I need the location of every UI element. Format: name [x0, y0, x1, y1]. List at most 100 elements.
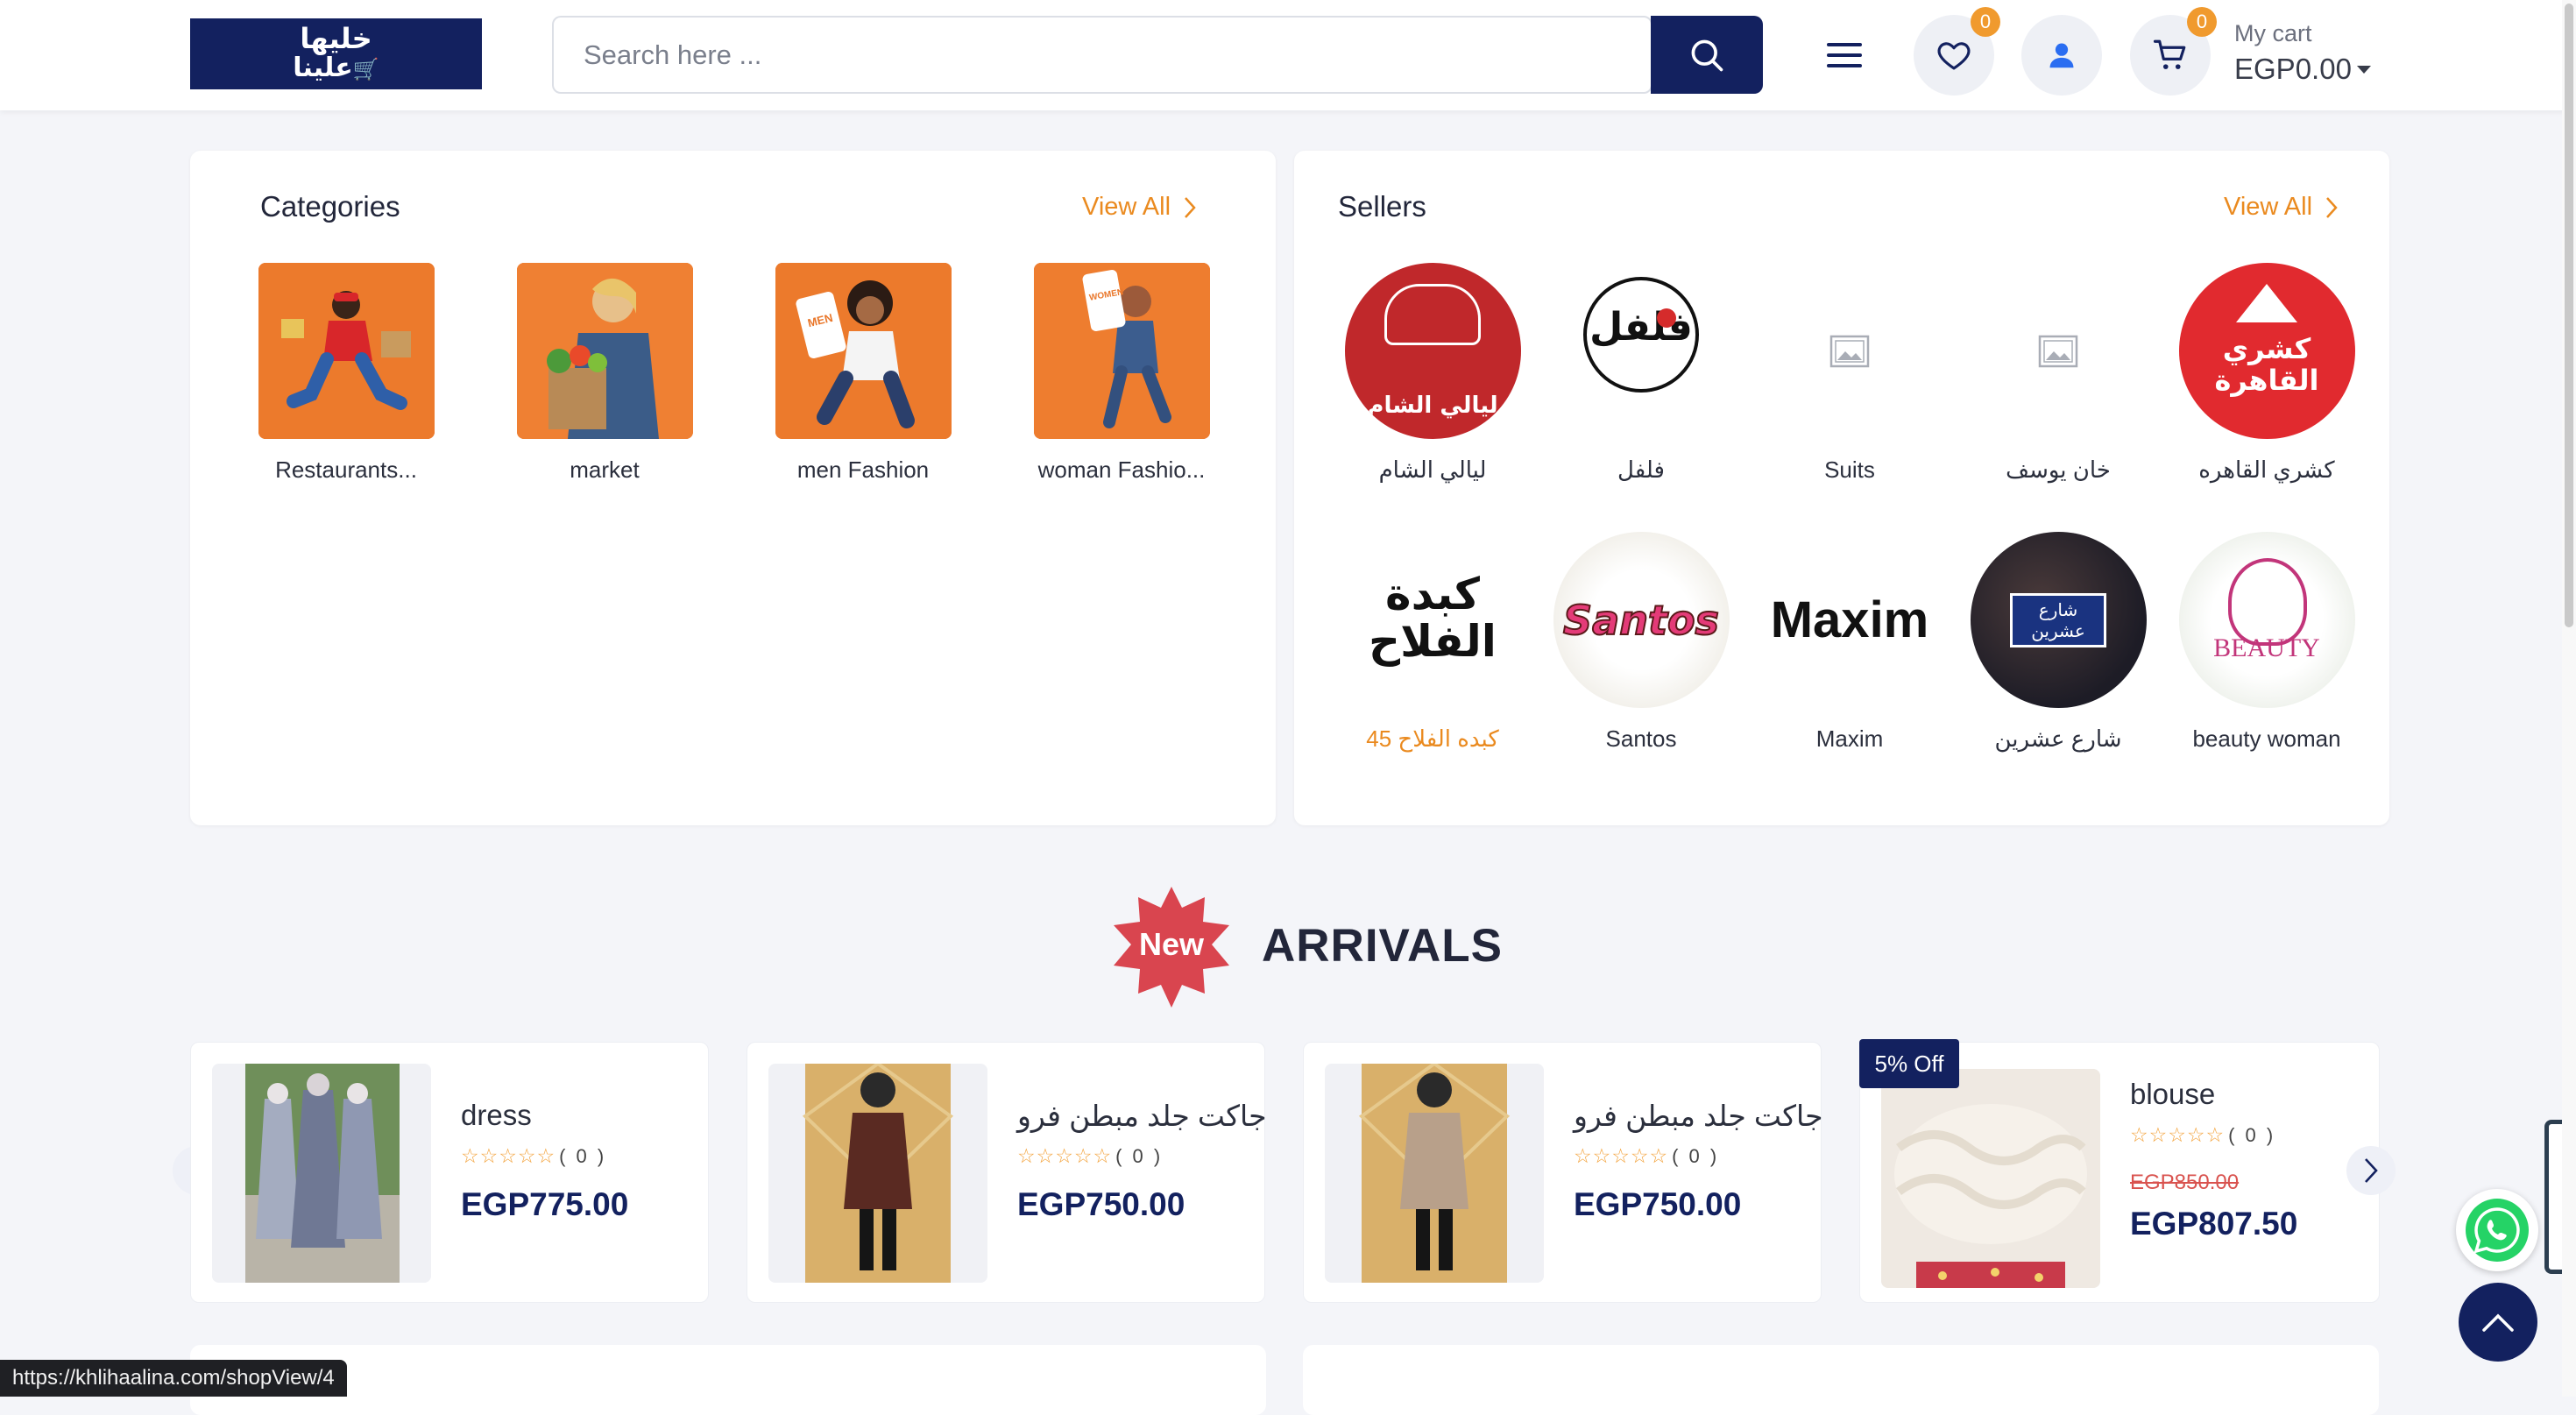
sellers-panel: Sellers View All ليالي الشام ليالي الشام…	[1294, 151, 2389, 825]
category-name: Restaurants...	[275, 456, 417, 483]
user-icon	[2049, 43, 2074, 68]
seller-logo-text: شارع عشرين	[2031, 598, 2085, 641]
carousel-next-button[interactable]	[2346, 1146, 2396, 1195]
product-card[interactable]: جاكت جلد مبطن فرو ☆☆☆☆☆( 0 ) EGP750.00	[747, 1042, 1266, 1303]
logo-text-bottom: علينا	[293, 53, 353, 83]
star-icon: ☆☆☆☆☆	[461, 1144, 556, 1167]
wishlist-count-badge: 0	[1971, 7, 2000, 37]
discount-badge: 5% Off	[1859, 1039, 1959, 1088]
star-icon: ☆☆☆☆☆	[1017, 1144, 1113, 1167]
menu-button[interactable]	[1819, 33, 1870, 77]
rating-count: ( 0 )	[559, 1145, 607, 1167]
whatsapp-icon	[2466, 1199, 2529, 1262]
product-image	[1881, 1069, 2100, 1288]
category-name: woman Fashio...	[1037, 456, 1206, 483]
whatsapp-button[interactable]	[2456, 1189, 2538, 1271]
seller-item[interactable]: BEAUTY beauty woman	[2170, 532, 2363, 753]
seller-logo: شارع عشرين	[1970, 532, 2147, 708]
product-price: EGP750.00	[1017, 1186, 1185, 1222]
seller-item[interactable]: كشري القاهرة كشري القاهره	[2170, 263, 2363, 484]
product-rating: ☆☆☆☆☆( 0 )	[1017, 1144, 1163, 1168]
product-rating: ☆☆☆☆☆( 0 )	[2130, 1123, 2275, 1147]
category-item-men-fashion[interactable]: MEN men Fashion	[767, 263, 959, 484]
seller-item[interactable]: فلفل فلفل	[1545, 263, 1737, 484]
categories-view-all-label: View All	[1082, 193, 1171, 221]
cart-total[interactable]: EGP0.00	[2234, 53, 2352, 86]
seller-logo: BEAUTY	[2178, 532, 2355, 708]
seller-logo: فلفل	[1553, 263, 1730, 439]
star-icon: ☆☆☆☆☆	[1574, 1144, 1669, 1167]
site-header: خليها علينا🛒 0	[0, 0, 2576, 110]
seller-logo-text: ليالي الشام	[1367, 393, 1498, 419]
search-input[interactable]	[554, 18, 1651, 92]
seller-item[interactable]: Suits	[1753, 263, 1946, 484]
seller-name: فلفل	[1617, 456, 1665, 483]
seller-name: Santos	[1605, 725, 1677, 752]
category-image: WOMEN	[1033, 263, 1210, 439]
product-card[interactable]: dress ☆☆☆☆☆( 0 ) EGP775.00	[190, 1042, 709, 1303]
seller-item[interactable]: ليالي الشام ليالي الشام	[1336, 263, 1529, 484]
category-item-woman-fashion[interactable]: WOMEN woman Fashio...	[1025, 263, 1218, 484]
product-image	[212, 1064, 431, 1283]
scroll-to-top-button[interactable]	[2459, 1283, 2537, 1362]
product-image	[768, 1064, 987, 1283]
seller-item[interactable]: شارع عشرين شارع عشرين	[1962, 532, 2155, 753]
seller-name: Suits	[1824, 456, 1875, 483]
seller-name: شارع عشرين	[1994, 725, 2122, 752]
product-name[interactable]: blouse	[2130, 1078, 2215, 1111]
product-rating: ☆☆☆☆☆( 0 )	[461, 1144, 606, 1168]
seller-logo: ليالي الشام	[1344, 263, 1521, 439]
product-name[interactable]: جاكت جلد مبطن فرو	[1574, 1099, 1822, 1133]
seller-item[interactable]: خان يوسف	[1962, 263, 2155, 484]
cart-label[interactable]: My cart	[2234, 20, 2312, 47]
seller-item[interactable]: كبدة الفلاح كبده الفلاح 45	[1336, 532, 1529, 753]
seller-logo-text: Santos	[1562, 596, 1720, 645]
rating-count: ( 0 )	[2228, 1124, 2276, 1146]
cart-icon	[2153, 39, 2186, 69]
seller-logo: كشري القاهرة	[2178, 263, 2355, 439]
categories-view-all-link[interactable]: View All	[1082, 193, 1197, 222]
heart-icon	[1937, 42, 1971, 70]
rating-count: ( 0 )	[1115, 1145, 1164, 1167]
categories-panel: Categories View All Restaurants... marke…	[190, 151, 1276, 825]
chevron-right-icon	[2365, 1158, 2378, 1183]
scrollbar-thumb[interactable]	[2565, 4, 2573, 627]
search-icon	[1691, 39, 1723, 71]
seller-logo: Santos	[1553, 532, 1730, 708]
cart-dropdown-caret[interactable]	[2357, 66, 2371, 74]
account-button[interactable]	[2021, 15, 2102, 96]
category-item-restaurants[interactable]: Restaurants...	[250, 263, 442, 484]
category-item-market[interactable]: market	[508, 263, 701, 484]
product-name[interactable]: dress	[461, 1099, 532, 1132]
seller-name: كبده الفلاح 45	[1366, 725, 1499, 752]
seller-name: ليالي الشام	[1378, 456, 1487, 483]
seller-logo-text: Maxim	[1770, 591, 1929, 648]
sellers-view-all-link[interactable]: View All	[2224, 193, 2339, 222]
page-scrollbar[interactable]	[2562, 0, 2576, 1397]
menu-icon	[1827, 43, 1862, 67]
seller-item[interactable]: Santos Santos	[1545, 532, 1737, 753]
status-bar-url: https://khlihaalina.com/shopView/4	[0, 1360, 347, 1397]
product-card[interactable]: جاكت جلد مبطن فرو ☆☆☆☆☆( 0 ) EGP750.00	[1303, 1042, 1822, 1303]
image-placeholder-icon	[1829, 335, 1870, 367]
seller-logo-text: كشري القاهرة	[2214, 332, 2319, 397]
search-button[interactable]	[1651, 16, 1763, 94]
seller-name: Maxim	[1815, 725, 1884, 752]
next-section-panel-left	[190, 1345, 1266, 1415]
site-logo[interactable]: خليها علينا🛒	[190, 18, 482, 89]
chevron-right-icon	[2326, 196, 2338, 218]
product-name[interactable]: جاكت جلد مبطن فرو	[1017, 1099, 1266, 1133]
product-price: EGP807.50	[2130, 1206, 2298, 1242]
search-box	[552, 16, 1652, 94]
seller-item[interactable]: Maxim Maxim	[1753, 532, 1946, 753]
seller-logo: كبدة الفلاح	[1344, 532, 1521, 708]
seller-logo-text: كبدة الفلاح	[1369, 569, 1497, 667]
category-image	[516, 263, 693, 439]
seller-logo-text: فلفل	[1589, 305, 1693, 350]
new-badge-text: New	[1139, 926, 1205, 962]
seller-logo: Maxim	[1761, 532, 1938, 708]
category-image	[258, 263, 435, 439]
sellers-title: Sellers	[1338, 190, 1426, 223]
seller-name: خان يوسف	[2006, 456, 2111, 483]
seller-logo	[1970, 263, 2147, 439]
